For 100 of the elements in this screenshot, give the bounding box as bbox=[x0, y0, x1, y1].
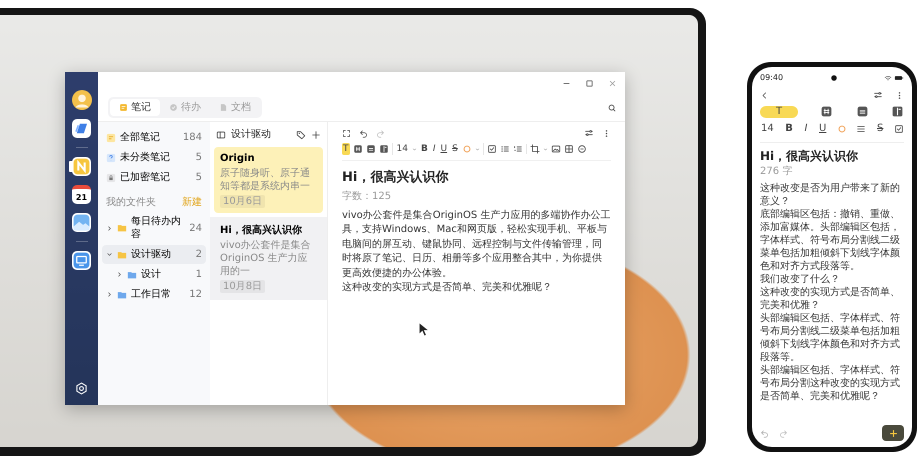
battery-icon bbox=[894, 74, 904, 80]
category-item[interactable]: 已加密笔记 5 bbox=[102, 168, 206, 187]
bullet-list-icon[interactable] bbox=[500, 144, 510, 154]
word-count: 字数：125 bbox=[342, 190, 392, 203]
align-lines-icon[interactable] bbox=[856, 124, 866, 134]
chevron-down-icon[interactable] bbox=[106, 251, 113, 258]
note-count: 12 bbox=[189, 288, 202, 301]
note-heading: Hi，很高兴认识你 bbox=[760, 149, 860, 165]
document-icon bbox=[219, 103, 228, 112]
folder-label: 设计 bbox=[141, 268, 161, 281]
image-icon[interactable] bbox=[550, 144, 561, 154]
body-paragraph: 底部编辑区包括：撤销、重做、添加富媒体。头部编辑区包括，字体样式、符号布局分割线二级菜单包括加粗倾斜下划线字体颜色和对齐方式段落等。 bbox=[760, 208, 901, 273]
note-box-icon[interactable] bbox=[856, 105, 869, 118]
caret-icon[interactable] bbox=[412, 146, 417, 152]
add-button[interactable] bbox=[882, 425, 904, 441]
section-heading: 我的文件夹 bbox=[106, 196, 156, 209]
body-paragraph: 这种改变的实现方式是否简单、完美和优雅呢？ bbox=[342, 281, 553, 296]
chevron-right-icon[interactable] bbox=[106, 224, 113, 232]
note-card[interactable]: Origin 原子随身听、原子通知等都是系统内串一 10月6日 bbox=[214, 147, 323, 213]
settings-icon[interactable] bbox=[75, 382, 88, 395]
camera-icon bbox=[830, 75, 837, 81]
folder-item[interactable]: 设计驱动 2 bbox=[102, 245, 206, 264]
italic-button[interactable]: I bbox=[803, 123, 808, 135]
body-paragraph: 这种改变是否为用户带来了新的意义？ bbox=[760, 182, 901, 208]
more-circle-icon[interactable] bbox=[576, 144, 587, 154]
caret-icon[interactable] bbox=[474, 146, 480, 152]
grid-box-icon[interactable] bbox=[352, 144, 362, 154]
category-label: 未分类笔记 bbox=[120, 151, 170, 164]
notes-app-icon[interactable] bbox=[72, 157, 91, 176]
body-paragraph: 我们改变了什么？ bbox=[760, 272, 841, 286]
font-size-button[interactable]: 14 bbox=[396, 143, 409, 155]
note-count: 5 bbox=[196, 171, 202, 184]
note-preview: vivo办公套件是集合OriginOS 生产力应用的一 bbox=[220, 239, 312, 278]
back-icon[interactable] bbox=[760, 90, 769, 100]
category-item[interactable]: 全部笔记 184 bbox=[102, 128, 206, 147]
body-paragraph: 头部编辑区包括、字体样式、符号布局分割线二级菜单包括加粗倾斜下划线字体颜色和对齐方式段落等。 bbox=[760, 312, 901, 364]
sliders-icon[interactable] bbox=[584, 128, 594, 138]
screen-app-icon[interactable] bbox=[72, 251, 91, 270]
note-card[interactable]: Hi，很高兴认识你 vivo办公套件是集合OriginOS 生产力应用的一 10月8日 bbox=[210, 217, 327, 300]
note-icon bbox=[119, 103, 128, 112]
numbered-list-icon[interactable] bbox=[512, 144, 523, 154]
underline-button[interactable]: U bbox=[439, 143, 448, 155]
tab[interactable]: 笔记 bbox=[110, 99, 160, 116]
note-title: Hi，很高兴认识你 bbox=[220, 224, 303, 237]
underline-button[interactable]: U bbox=[818, 123, 828, 135]
bold-button[interactable]: B bbox=[784, 123, 794, 135]
note-date: 10月8日 bbox=[220, 280, 266, 293]
checkbox-icon[interactable] bbox=[894, 124, 904, 134]
italic-button[interactable]: I bbox=[432, 143, 436, 155]
note-box-icon[interactable] bbox=[366, 144, 376, 154]
body-paragraph: 这种改变的实现方式是否简单、完美和优雅？ bbox=[760, 286, 901, 312]
strikethrough-button[interactable]: S bbox=[451, 143, 459, 155]
folder-item[interactable]: 设计 1 bbox=[102, 265, 206, 284]
bold-button[interactable]: B bbox=[420, 143, 429, 155]
checkbox-icon[interactable] bbox=[486, 144, 497, 154]
lock-icon bbox=[106, 172, 116, 182]
grid-box-icon[interactable] bbox=[820, 105, 834, 118]
folder-label: 每日待办内容 bbox=[131, 215, 182, 241]
body-paragraph: 头部编辑区包括、字体样式、符号布局分割这种改变的实现方式是否简单、完美和优雅呢？ bbox=[760, 364, 901, 403]
strikethrough-button[interactable]: S bbox=[876, 123, 884, 135]
note-count: 1 bbox=[196, 268, 202, 281]
check-circle-icon bbox=[169, 103, 178, 112]
font-size-button[interactable]: 14 bbox=[760, 123, 775, 135]
undo-icon[interactable] bbox=[359, 128, 368, 138]
highlight-button[interactable]: T bbox=[760, 106, 798, 118]
chevron-right-icon[interactable] bbox=[116, 271, 123, 278]
sidebar-toggle-icon[interactable] bbox=[216, 130, 226, 140]
chevron-right-icon[interactable] bbox=[106, 291, 113, 298]
category-item[interactable]: 未分类笔记 5 bbox=[102, 148, 206, 167]
plus-icon bbox=[888, 428, 898, 438]
folder-item[interactable]: 工作日常 12 bbox=[102, 285, 206, 304]
crop-icon[interactable] bbox=[530, 144, 540, 154]
word-count: 276 字 bbox=[760, 164, 794, 178]
note-heading: Hi，很高兴认识你 bbox=[342, 170, 450, 187]
color-circle-icon[interactable] bbox=[462, 144, 472, 154]
category-label: 全部笔记 bbox=[120, 131, 160, 144]
close-icon[interactable] bbox=[608, 78, 617, 88]
folder-title: 设计驱动 bbox=[231, 128, 272, 141]
table-icon[interactable] bbox=[564, 144, 574, 154]
book-icon[interactable] bbox=[378, 144, 388, 154]
note-preview: 原子随身听、原子通知等都是系统内串一 bbox=[220, 167, 311, 193]
folder-label: 工作日常 bbox=[131, 288, 171, 301]
highlight-button[interactable]: T bbox=[342, 143, 350, 155]
book-icon[interactable] bbox=[891, 105, 904, 118]
calendar-app-button[interactable]: 21 bbox=[72, 185, 91, 204]
search-icon[interactable] bbox=[607, 102, 617, 112]
note-count: 24 bbox=[189, 222, 202, 234]
fullscreen-icon[interactable] bbox=[342, 128, 351, 138]
add-icon[interactable] bbox=[311, 130, 321, 140]
tag-icon[interactable] bbox=[296, 130, 306, 140]
avatar-icon[interactable] bbox=[72, 90, 92, 110]
gallery-app-icon[interactable] bbox=[72, 213, 91, 232]
color-circle-icon[interactable] bbox=[836, 124, 847, 134]
maximize-icon[interactable] bbox=[585, 78, 594, 88]
caret-icon[interactable] bbox=[542, 146, 548, 152]
note-count: 184 bbox=[182, 131, 202, 144]
notes-icon bbox=[106, 132, 116, 142]
note-count: 5 bbox=[196, 151, 202, 164]
sliders-icon[interactable] bbox=[873, 90, 883, 100]
category-label: 已加密笔记 bbox=[120, 171, 170, 184]
